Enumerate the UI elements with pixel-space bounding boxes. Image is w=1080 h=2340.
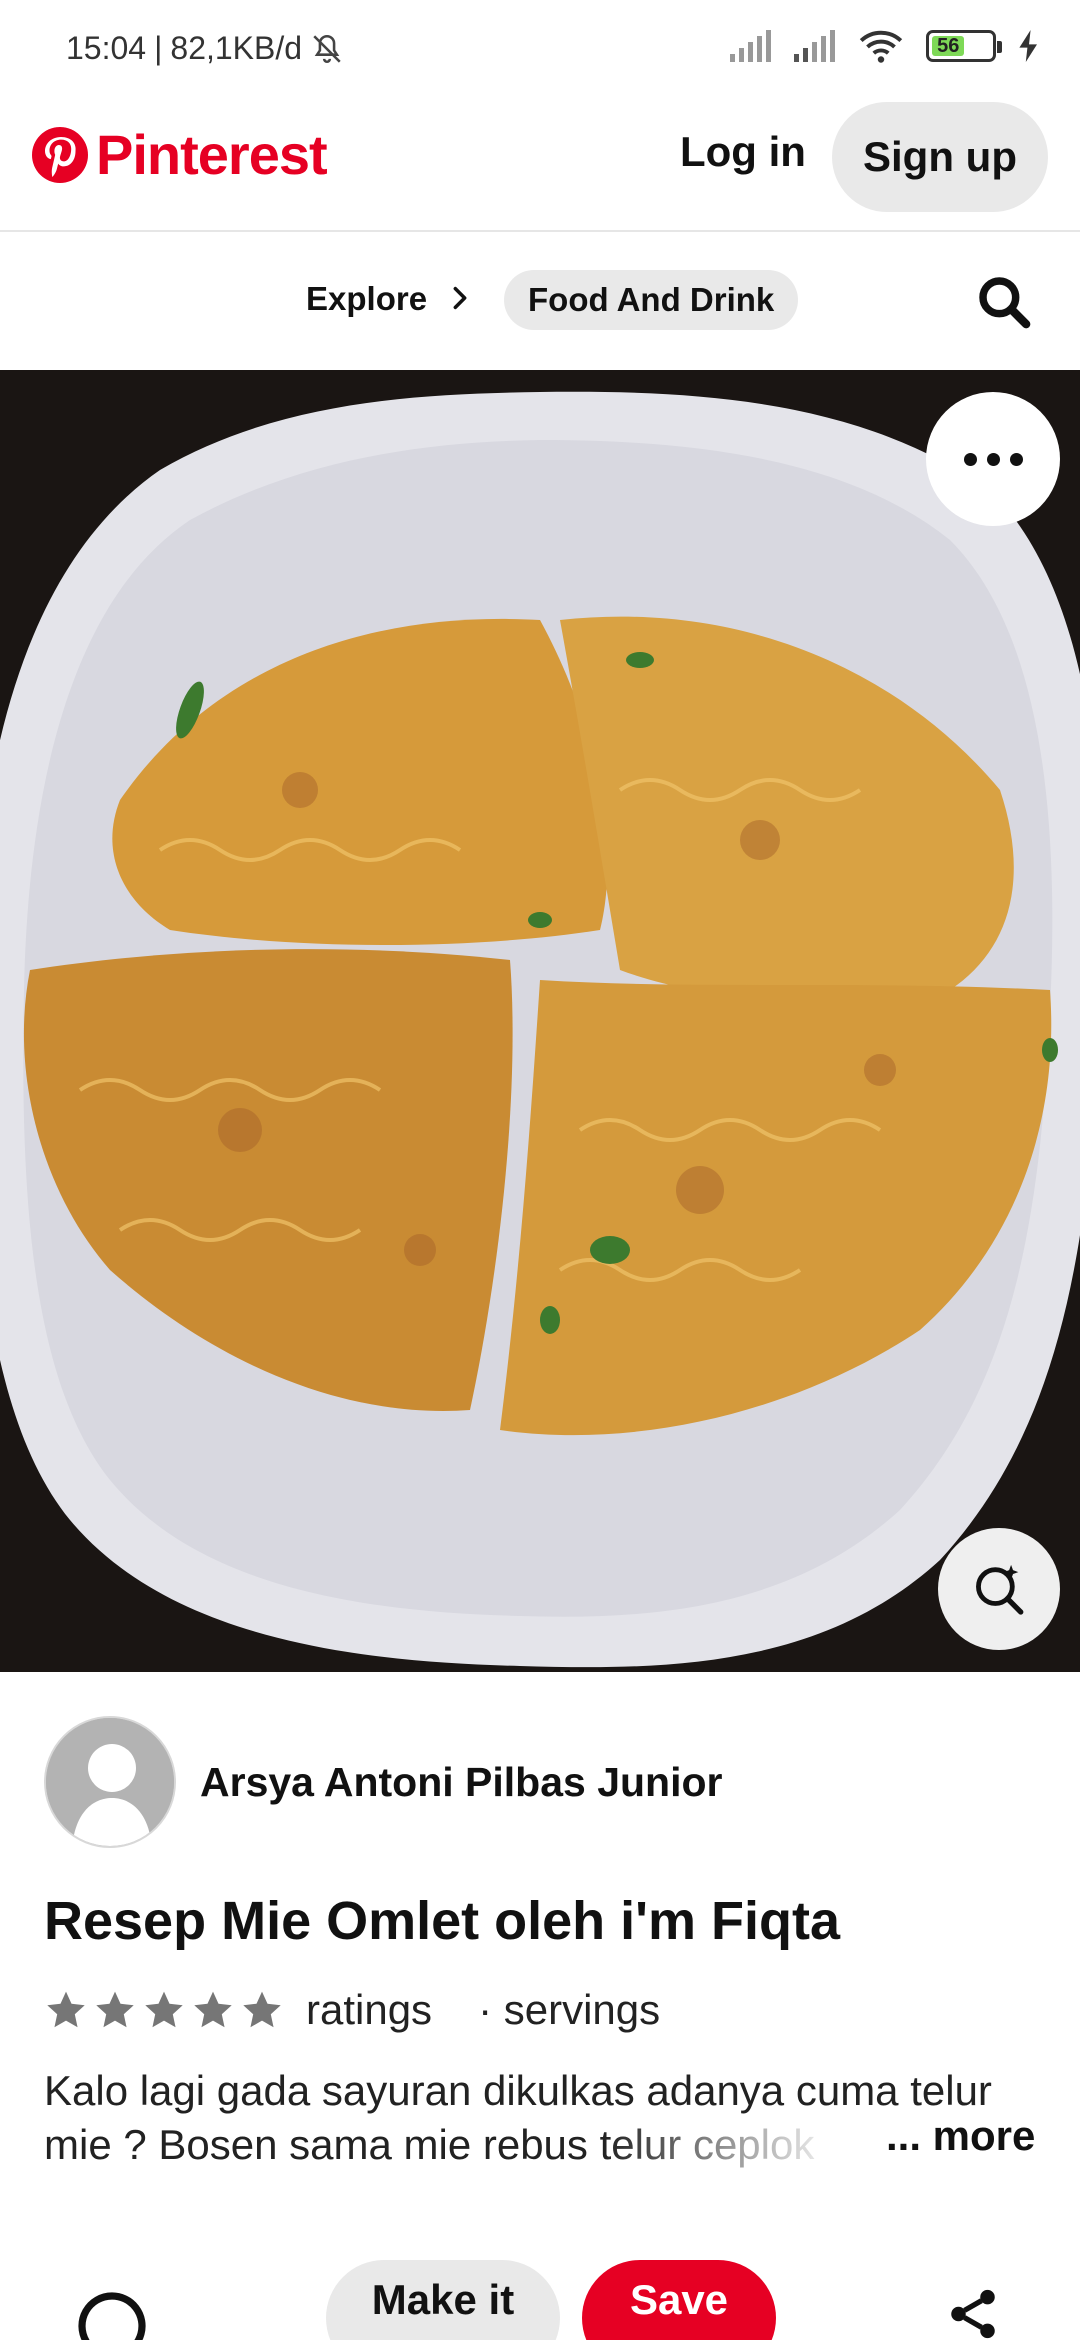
status-bar: 15:04 | 82,1KB/d 56 — [0, 0, 1080, 100]
share-icon[interactable] — [944, 2284, 1002, 2340]
battery-level: 56 — [932, 35, 965, 57]
network-speed: 82,1KB/d — [170, 30, 303, 66]
signal-icon — [730, 30, 771, 62]
login-button[interactable]: Log in — [680, 128, 806, 176]
mute-icon — [313, 34, 341, 63]
breadcrumb: Explore Food And Drink — [0, 234, 1080, 370]
dot — [986, 452, 1000, 466]
star-rating — [44, 1988, 284, 2032]
wifi-icon — [859, 30, 903, 63]
status-right: 56 — [730, 28, 1040, 64]
food-photo — [0, 370, 1080, 1672]
action-bar: Make it Save — [0, 2260, 1080, 2340]
pin-title: Resep Mie Omlet oleh i'm Fiqta — [44, 1891, 840, 1951]
status-left: 15:04 | 82,1KB/d — [66, 30, 344, 67]
visual-search-button[interactable] — [938, 1528, 1060, 1650]
star-icon — [194, 1991, 232, 2028]
ratings-label: ratings — [306, 1986, 433, 2033]
star-icon — [243, 1991, 281, 2028]
charging-icon — [1019, 30, 1037, 62]
avatar[interactable] — [44, 1716, 176, 1848]
creator-info[interactable]: Arsya Antoni Pilbas Junior — [44, 1716, 722, 1848]
ratings-row: ratings · servings — [44, 1986, 660, 2034]
signup-button[interactable]: Sign up — [832, 102, 1048, 212]
brand-name: Pinterest — [96, 123, 328, 186]
signal-icon — [794, 30, 835, 62]
star-icon — [47, 1991, 85, 2028]
pinterest-logo[interactable]: Pinterest — [32, 122, 328, 187]
creator-name[interactable]: Arsya Antoni Pilbas Junior — [200, 1759, 722, 1806]
comment-icon[interactable] — [76, 2290, 148, 2340]
battery-icon: 56 — [926, 30, 1002, 62]
dot — [963, 452, 977, 466]
breadcrumb-food-and-drink[interactable]: Food And Drink — [504, 270, 799, 330]
search-icon[interactable] — [976, 274, 1032, 330]
breadcrumb-explore[interactable]: Explore — [306, 280, 427, 318]
save-button[interactable]: Save — [582, 2260, 776, 2340]
lens-search-icon — [976, 1564, 1024, 1615]
more-description-link[interactable]: ... more — [886, 2112, 1035, 2160]
more-options-button[interactable] — [926, 392, 1060, 526]
servings-label: · servings — [478, 1986, 661, 2033]
make-it-button[interactable]: Make it — [326, 2260, 560, 2340]
status-separator: | — [154, 30, 163, 66]
star-icon — [96, 1991, 134, 2028]
chevron-right-icon — [453, 286, 467, 310]
user-placeholder-icon — [46, 1718, 174, 1846]
pinterest-logo-icon — [32, 126, 88, 183]
top-header: Pinterest Log in Sign up — [0, 100, 1080, 232]
pin-image[interactable] — [0, 370, 1080, 1672]
star-icon — [145, 1991, 183, 2028]
description-line: mie ? Bosen sama mie rebus telur ceplok — [44, 2121, 815, 2168]
dot — [1009, 452, 1023, 466]
status-time: 15:04 — [66, 30, 147, 66]
description-line: Kalo lagi gada sayuran dikulkas adanya c… — [44, 2067, 992, 2114]
